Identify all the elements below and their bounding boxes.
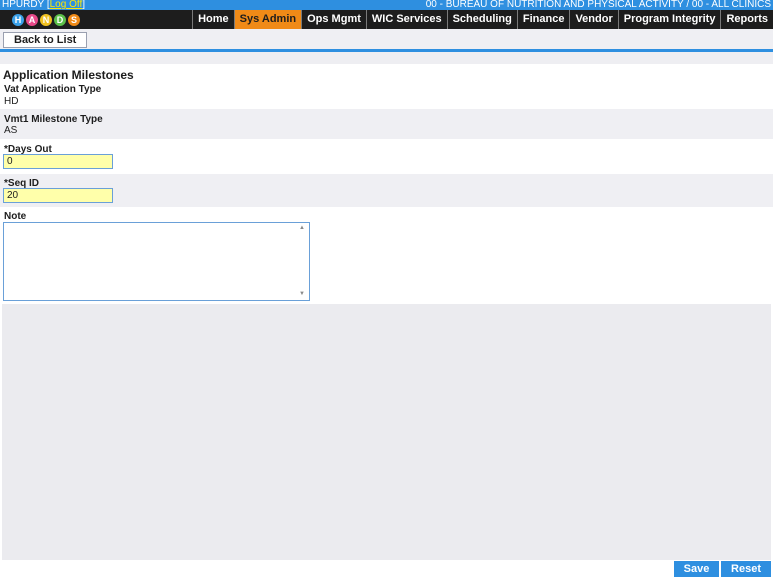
nav-item-finance[interactable]: Finance bbox=[516, 10, 570, 29]
back-to-list-button[interactable]: Back to List bbox=[3, 32, 88, 48]
svg-text:N: N bbox=[43, 15, 50, 25]
nav-item-home[interactable]: Home bbox=[192, 10, 234, 29]
nav-item-program-integrity[interactable]: Program Integrity bbox=[617, 10, 721, 29]
header-strip bbox=[0, 52, 773, 64]
nav-item-scheduling[interactable]: Scheduling bbox=[446, 10, 517, 29]
days-out-input[interactable] bbox=[3, 154, 113, 169]
nav-item-sys-admin[interactable]: Sys Admin bbox=[233, 10, 302, 29]
vat-application-type-label: Vat Application Type bbox=[4, 84, 102, 95]
main-nav-bar: HANDS Home Sys Admin Ops Mgmt WIC Services S… bbox=[0, 10, 773, 29]
nav-item-reports[interactable]: Reports bbox=[720, 10, 773, 29]
bracket-close: ] bbox=[82, 0, 86, 10]
nav-item-ops-mgmt[interactable]: Ops Mgmt bbox=[301, 10, 366, 29]
nav-menu: Home Sys Admin Ops Mgmt WIC Services Schedul… bbox=[192, 10, 773, 29]
svg-text:S: S bbox=[71, 15, 77, 25]
hands-logo-icon: HANDS bbox=[12, 14, 80, 26]
seq-id-input[interactable] bbox=[3, 188, 113, 203]
vmt1-milestone-type-value: AS bbox=[4, 125, 18, 136]
nav-item-wic-services[interactable]: WIC Services bbox=[365, 10, 447, 29]
vmt1-milestone-type-label: Vmt1 Milestone Type bbox=[4, 114, 103, 125]
organization-clinic: 00 - BUREAU OF NUTRITION AND PHYSICAL AC… bbox=[425, 0, 771, 10]
empty-content-area bbox=[2, 304, 771, 560]
session-bar: HPURDY [Log Off] 00 - BUREAU OF NUTRITIO… bbox=[0, 0, 773, 10]
note-textarea[interactable] bbox=[3, 222, 310, 301]
vmt1-milestone-type-row: Vmt1 Milestone Type AS bbox=[0, 109, 773, 139]
vat-application-type-row: Vat Application Type HD bbox=[0, 82, 773, 109]
svg-text:H: H bbox=[15, 15, 22, 25]
nav-item-vendor[interactable]: Vendor bbox=[569, 10, 617, 29]
vat-application-type-value: HD bbox=[4, 96, 19, 107]
seq-id-row: *Seq ID bbox=[0, 174, 773, 207]
app-window: HPURDY [Log Off] 00 - BUREAU OF NUTRITIO… bbox=[0, 0, 773, 577]
note-label: Note bbox=[4, 211, 27, 222]
username: HPURDY bbox=[2, 0, 45, 10]
toolbar: Back to List bbox=[0, 29, 773, 49]
page-title: Application Milestones bbox=[3, 68, 134, 82]
user-info: HPURDY [Log Off] bbox=[2, 0, 85, 10]
days-out-row: *Days Out bbox=[0, 139, 773, 174]
save-button[interactable]: Save bbox=[674, 561, 719, 577]
svg-text:D: D bbox=[57, 15, 64, 25]
scroll-down-arrow-icon[interactable]: ▼ bbox=[299, 291, 305, 297]
logoff-link[interactable]: Log Off bbox=[50, 0, 83, 10]
reset-button[interactable]: Reset bbox=[721, 561, 771, 577]
scroll-up-arrow-icon[interactable]: ▲ bbox=[299, 225, 305, 231]
svg-text:A: A bbox=[29, 15, 36, 25]
